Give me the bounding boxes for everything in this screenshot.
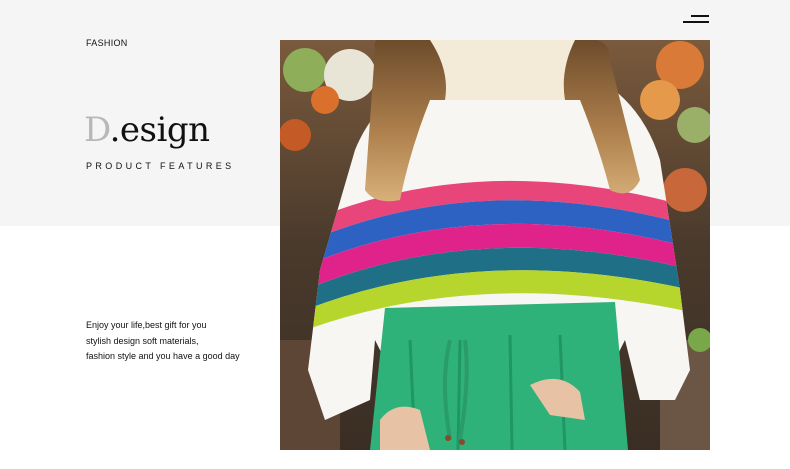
hamburger-menu-icon[interactable] [683, 15, 709, 27]
category-label: FASHION [86, 38, 128, 48]
description-line: fashion style and you have a good day [86, 351, 240, 361]
description-line: Enjoy your life,best gift for you [86, 320, 207, 330]
description-line: stylish design soft materials, [86, 335, 199, 346]
description-text: Enjoy your life,best gift for you stylis… [86, 318, 276, 365]
product-photo [280, 40, 710, 450]
headline-initial: D [84, 110, 110, 150]
headline: D.esign [84, 110, 210, 150]
headline-rest: .esign [109, 110, 210, 150]
subheadline: PRODUCT FEATURES [86, 161, 235, 171]
